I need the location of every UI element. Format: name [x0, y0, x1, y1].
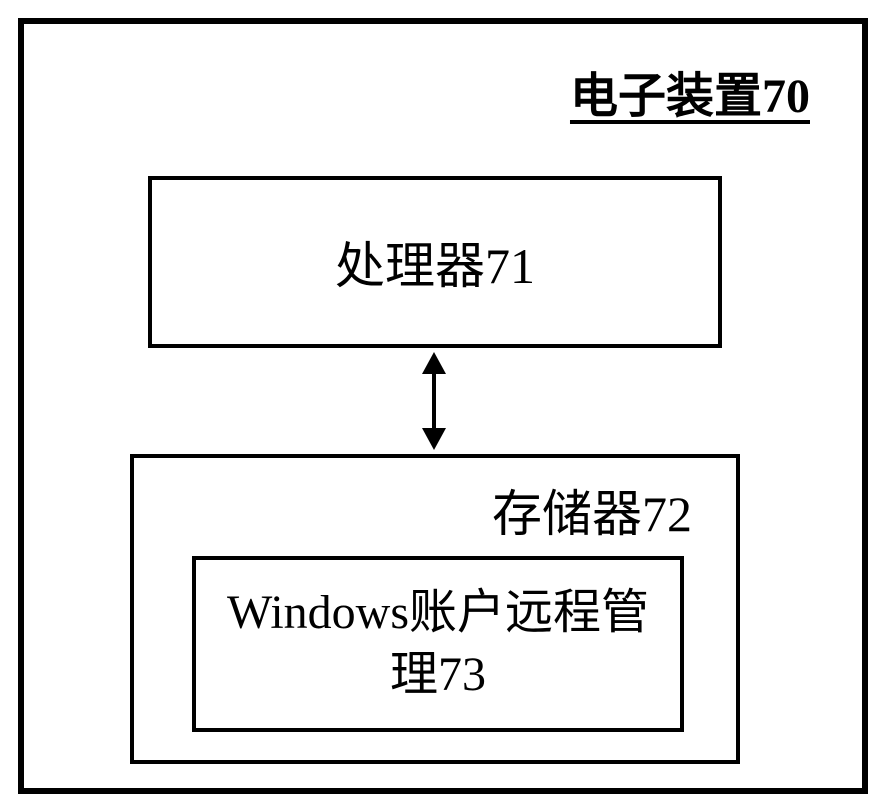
module-box: Windows账户远程管理73	[192, 556, 684, 732]
module-label: Windows账户远程管理73	[206, 582, 670, 707]
memory-label: 存储器72	[492, 474, 692, 546]
device-container: 电子装置70 处理器71 存储器72 Windows账户远程管理73	[18, 18, 868, 794]
processor-label: 处理器71	[335, 226, 535, 298]
processor-box: 处理器71	[148, 176, 722, 348]
memory-box: 存储器72 Windows账户远程管理73	[130, 454, 740, 764]
arrow-down-icon	[422, 428, 446, 450]
device-title: 电子装置70	[570, 56, 810, 126]
arrow-line	[432, 366, 436, 436]
bidirectional-arrow	[426, 352, 442, 450]
